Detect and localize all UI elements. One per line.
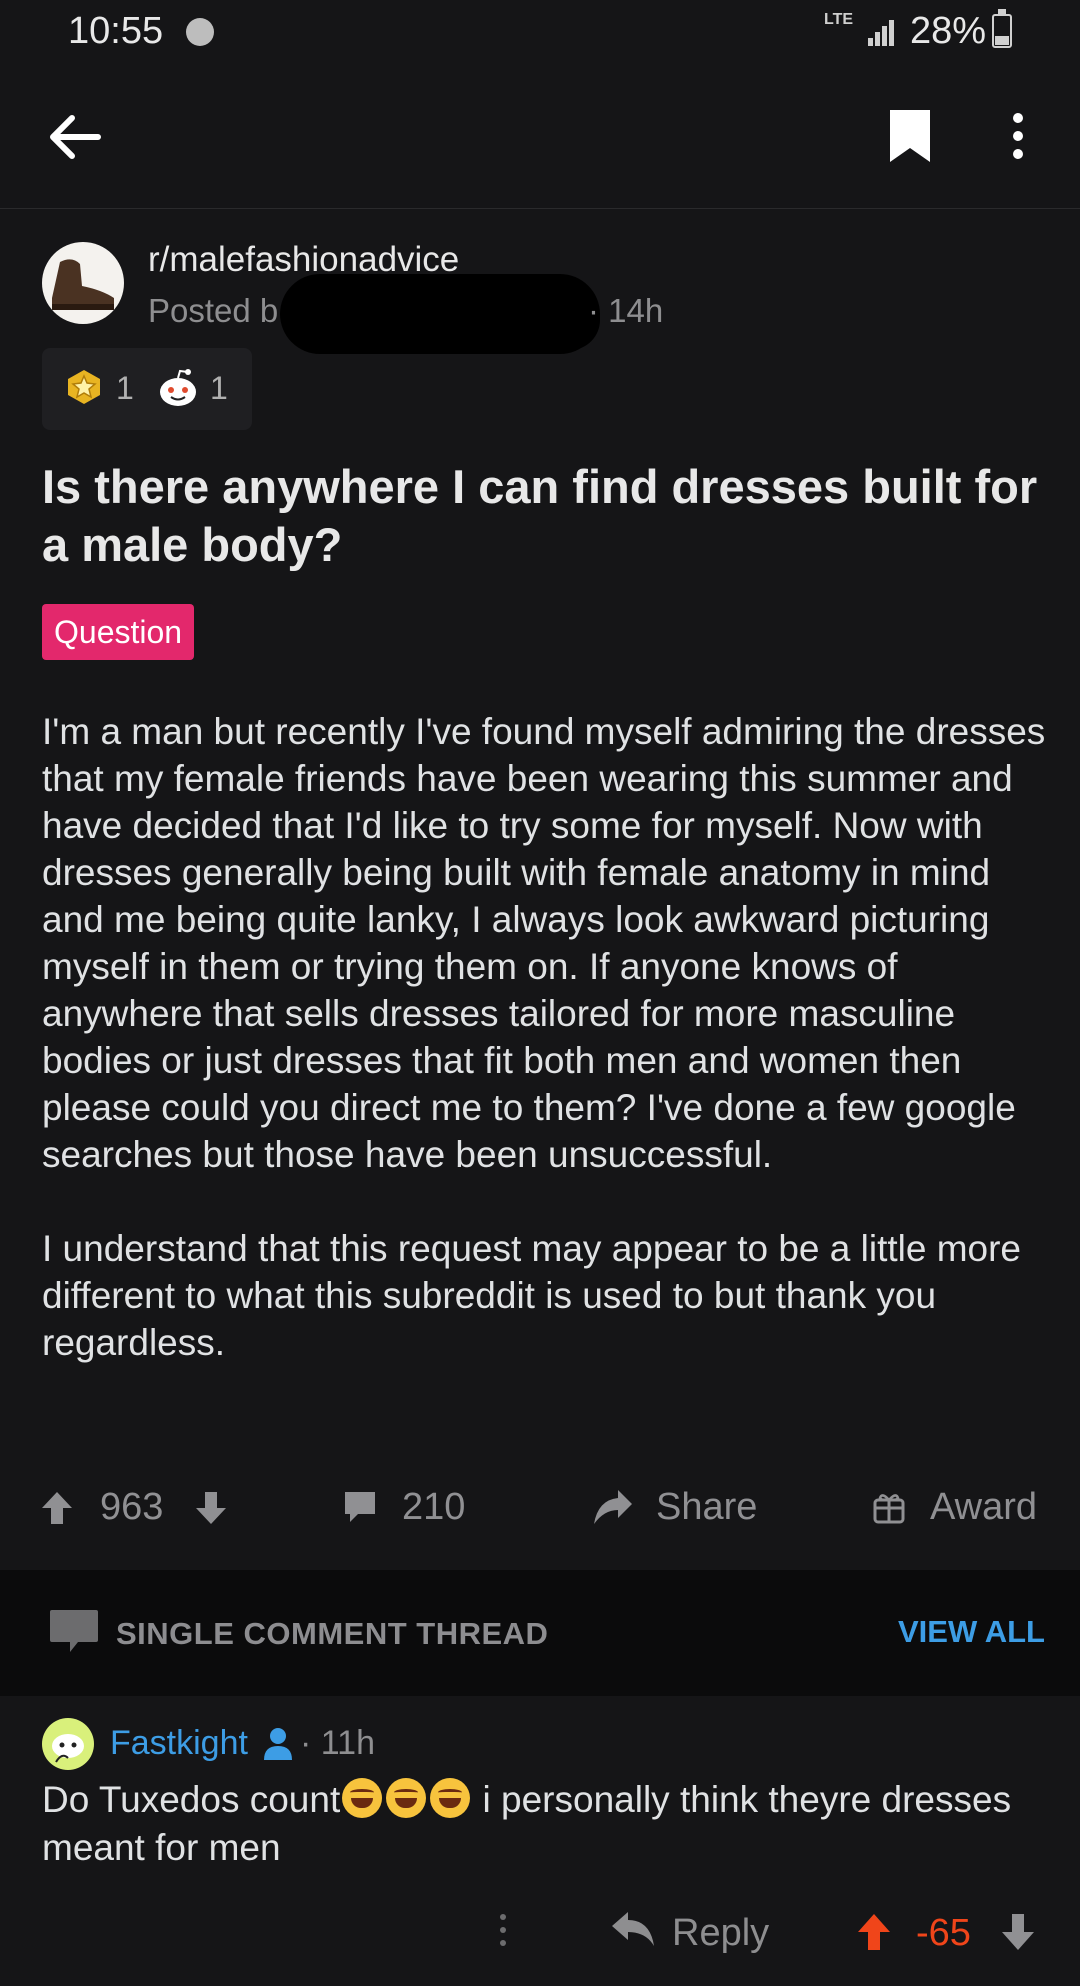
reply-arrow-icon[interactable] — [610, 1910, 656, 1950]
more-options-icon[interactable] — [1010, 108, 1026, 164]
status-time: 10:55 — [68, 10, 164, 52]
comment-text-start: Do Tuxedos count — [42, 1779, 341, 1820]
reply-button[interactable]: Reply — [672, 1912, 769, 1955]
tears-of-joy-emoji-icon — [342, 1778, 383, 1818]
comment-age: · 11h — [300, 1724, 375, 1762]
redaction-scribble — [430, 290, 600, 350]
comment-more-options-icon[interactable] — [496, 1914, 510, 1950]
post-paragraph: I'm a man but recently I've found myself… — [42, 711, 1046, 1175]
share-button[interactable]: Share — [656, 1486, 757, 1529]
battery-percent: 28% — [910, 10, 987, 52]
post-paragraph: I understand that this request may appea… — [42, 1228, 1022, 1363]
bookmark-icon[interactable] — [888, 108, 932, 164]
posted-by-label: Posted b — [148, 292, 279, 329]
boot-icon — [52, 259, 114, 310]
wholesome-face-award-icon — [160, 369, 196, 406]
comment-thread-icon — [50, 1610, 98, 1652]
post-title: Is there anywhere I can find dresses bui… — [42, 460, 1038, 571]
back-arrow-icon[interactable] — [46, 112, 102, 162]
post-flair[interactable]: Question — [42, 604, 195, 660]
comment-text: Do Tuxedos count i personally think they… — [42, 1776, 1042, 1872]
battery-icon — [992, 9, 1012, 48]
snoo-avatar-icon — [52, 1734, 84, 1763]
vote-count: 963 — [100, 1486, 164, 1528]
comment-username[interactable]: Fastkight — [110, 1724, 248, 1763]
upvote-icon[interactable] — [40, 1490, 74, 1526]
comment-upvote-icon[interactable] — [856, 1912, 892, 1952]
comment-icon[interactable] — [342, 1490, 378, 1524]
post-body: I'm a man but recently I've found myself… — [42, 708, 1052, 1413]
share-arrow-icon[interactable] — [592, 1488, 634, 1526]
game-controller-notification-icon — [186, 18, 214, 46]
comment-downvote-icon[interactable] — [1000, 1912, 1036, 1952]
commenter-avatar[interactable] — [42, 1718, 94, 1770]
award-count: 1 — [210, 370, 228, 406]
subreddit-avatar[interactable] — [42, 242, 124, 324]
comment-count[interactable]: 210 — [402, 1486, 465, 1529]
view-all-link[interactable]: VIEW ALL — [898, 1614, 1045, 1650]
award-count: 1 — [116, 370, 134, 406]
gift-icon[interactable] — [872, 1490, 906, 1524]
signal-strength-icon — [868, 16, 900, 46]
thread-label: SINGLE COMMENT THREAD — [116, 1616, 549, 1651]
post-age: · 14h — [588, 292, 664, 329]
gold-star-award-icon — [68, 370, 100, 404]
downvote-icon[interactable] — [194, 1490, 228, 1526]
network-type: LTE — [824, 11, 854, 28]
original-poster-user-icon — [264, 1728, 292, 1760]
award-button[interactable]: Award — [930, 1486, 1037, 1529]
tears-of-joy-emoji-icon — [386, 1778, 427, 1818]
comment-score: -65 — [916, 1912, 971, 1954]
tears-of-joy-emoji-icon — [430, 1778, 471, 1818]
